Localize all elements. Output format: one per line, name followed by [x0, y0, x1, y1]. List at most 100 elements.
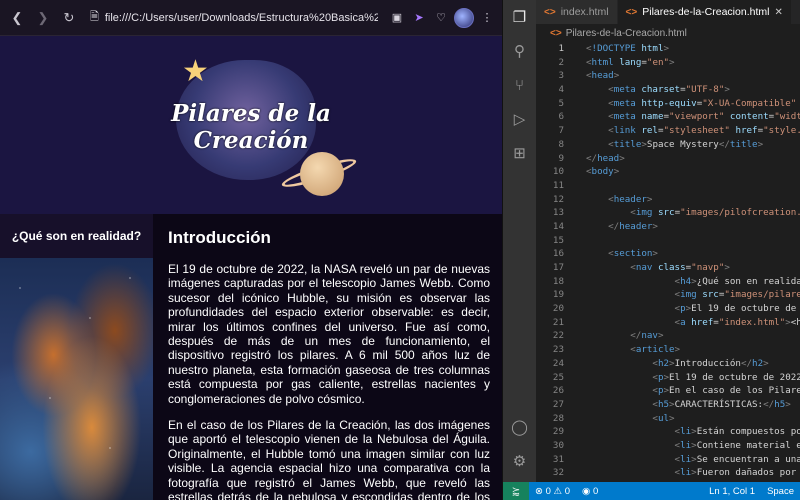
code-token: meta	[613, 84, 636, 96]
code-token: Contiene material e	[696, 439, 800, 451]
code-token: Space Mystery	[646, 138, 719, 150]
explorer-icon[interactable]: ❐	[507, 4, 533, 30]
code-token: meta	[613, 111, 636, 123]
code-line[interactable]: <h4>¿Qué son en realida	[586, 275, 800, 289]
info-indicator[interactable]: ◉ 0	[576, 486, 604, 497]
code-token: href	[685, 316, 714, 328]
code-token: header	[619, 220, 653, 232]
tab-index-html[interactable]: <> index.html	[536, 0, 618, 24]
code-token: meta	[613, 97, 636, 109]
code-token: Fueron dañados por	[696, 467, 797, 479]
code-token: </	[740, 357, 753, 369]
vscode-window: ❐ ⚲ ⑂ ▷ ⊞ ◯ ⚙ <> index.html <> Pilares-d…	[502, 0, 800, 500]
code-line[interactable]: <h5>CARACTERÍSTICAS:</h5>	[586, 398, 800, 412]
remote-icon[interactable]: ⪸	[503, 482, 529, 500]
code-line[interactable]: <head>	[586, 69, 800, 83]
problems-indicator[interactable]: ⊗ 0 ⚠ 0	[529, 486, 576, 497]
code-line[interactable]: <!DOCTYPE html>	[586, 42, 800, 56]
planet-icon	[300, 152, 344, 196]
breadcrumb-file[interactable]: Pilares-de-la-Creacion.html	[566, 28, 687, 39]
code-line[interactable]: <nav class="navp">	[586, 261, 800, 275]
code-line[interactable]: <p>En el caso de los Pilare	[586, 384, 800, 398]
code-token: >	[646, 193, 653, 205]
code-line[interactable]: <body>	[586, 165, 800, 179]
code-token: El 19 de octubre de	[691, 303, 797, 315]
code-line[interactable]: <li>Contiene material e	[586, 439, 800, 453]
activity-bar: ❐ ⚲ ⑂ ▷ ⊞ ◯ ⚙	[503, 0, 536, 482]
code-token: >	[652, 220, 658, 232]
avatar[interactable]	[454, 7, 474, 28]
code-editor[interactable]: 1 2 3 4 5 6 7 8 9 10 11 12 13 14 15 16 17 18 19 20 21 22 23 24 2…	[536, 42, 800, 482]
source-control-icon[interactable]: ⑂	[507, 72, 533, 98]
code-line[interactable]: <h2>Introducción</h2>	[586, 357, 800, 371]
code-line[interactable]: <article>	[586, 343, 800, 357]
code-line[interactable]: <ul>	[586, 412, 800, 426]
code-token: "UTF-8"	[685, 84, 725, 96]
indentation[interactable]: Space	[761, 486, 800, 497]
pillars-image	[0, 258, 153, 500]
extensions-icon[interactable]: ⊞	[507, 140, 533, 166]
code-token: >	[613, 70, 620, 82]
close-icon[interactable]: ✕	[774, 7, 782, 18]
code-line[interactable]: <title>Space Mystery</title>	[586, 138, 800, 152]
code-line[interactable]: </header>	[586, 220, 800, 234]
code-line[interactable]: <section>	[586, 247, 800, 261]
code-token: body	[591, 166, 614, 178]
warning-count: 0	[564, 485, 571, 497]
code-line[interactable]: <header>	[586, 193, 800, 207]
send-icon[interactable]: ➤	[410, 9, 428, 27]
line-number: 22	[552, 330, 564, 342]
code-token: nav	[635, 262, 653, 273]
code-token: </	[630, 330, 642, 342]
code-line[interactable]: <meta http-equiv="X-UA-Compatible"	[586, 97, 800, 111]
line-number: 15	[552, 234, 564, 246]
code-lines[interactable]: <!DOCTYPE html> <html lang="en"> <head> <m…	[572, 42, 800, 482]
star-icon: ★	[182, 55, 209, 88]
settings-gear-icon[interactable]: ⚙	[507, 448, 533, 474]
account-icon[interactable]: ◯	[507, 414, 533, 440]
html-file-icon: <>	[544, 6, 556, 18]
code-token: article	[635, 344, 675, 356]
code-line[interactable]: <li>Fueron dañados por	[586, 466, 800, 480]
code-token: link	[613, 125, 636, 137]
site-logo: ★ Pilares de la Creación	[166, 50, 359, 200]
code-token: "stylesheet"	[663, 125, 730, 137]
heart-icon[interactable]: ♡	[432, 9, 450, 27]
line-number: 4	[558, 84, 564, 96]
cursor-position[interactable]: Ln 1, Col 1	[703, 486, 761, 497]
code-line[interactable]: <li>Están compuestos po	[586, 425, 800, 439]
tab-pilares-html[interactable]: <> Pilares-de-la-Creacion.html ✕	[617, 0, 792, 24]
line-number: 16	[552, 248, 564, 260]
article-paragraph: En el caso de los Pilares de la Creación…	[168, 418, 490, 500]
code-line[interactable]: <p>El 19 de octubre de	[586, 302, 800, 316]
code-line[interactable]: <img src="images/pilare	[586, 288, 800, 302]
code-line[interactable]	[586, 234, 800, 248]
code-line[interactable]: <li>Se encuentran a una	[586, 453, 800, 467]
forward-icon[interactable]: ❯	[32, 7, 54, 29]
run-debug-icon[interactable]: ▷	[507, 106, 533, 132]
search-icon[interactable]: ⚲	[507, 38, 533, 64]
web-page: ★ Pilares de la Creación ¿Qué son en rea…	[0, 36, 502, 500]
code-line[interactable]: <meta charset="UTF-8">	[586, 83, 800, 97]
code-line[interactable]: </nav>	[586, 329, 800, 343]
address-bar[interactable]: 🗎 file:///C:/Users/user/Downloads/Estruc…	[84, 6, 384, 30]
code-token: class	[652, 262, 686, 273]
code-token: CARACTERÍSTICAS:	[674, 398, 764, 410]
page-info-icon[interactable]: 🗎	[90, 8, 99, 27]
code-line[interactable]: <p>El 19 de octubre de 2022	[586, 371, 800, 385]
code-line[interactable]: <meta name="viewport" content="widt	[586, 110, 800, 124]
code-line[interactable]: <img src="images/pilofcreation.	[586, 206, 800, 220]
line-number: 21	[552, 316, 564, 328]
code-line[interactable]: <html lang="en">	[586, 56, 800, 70]
code-line[interactable]: <link rel="stylesheet" href="style.	[586, 124, 800, 138]
camera-icon[interactable]: ▣	[388, 9, 406, 27]
code-token: "navp"	[691, 262, 725, 273]
back-icon[interactable]: ❮	[6, 7, 28, 29]
reload-icon[interactable]: ↻	[58, 7, 80, 29]
line-number: 18	[552, 275, 564, 287]
code-line[interactable]: </head>	[586, 152, 800, 166]
menu-icon[interactable]: ⋮	[478, 9, 496, 27]
code-line[interactable]	[586, 179, 800, 193]
code-line[interactable]: <a href="index.html"><h	[586, 316, 800, 330]
code-token: </	[763, 398, 775, 410]
